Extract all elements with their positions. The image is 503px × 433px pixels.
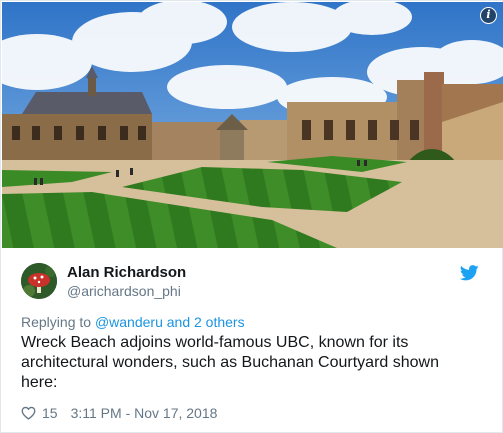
twitter-bird-icon[interactable]: [460, 265, 479, 281]
author-name[interactable]: Alan Richardson: [67, 264, 186, 282]
author-handle[interactable]: @arichardson_phi: [67, 283, 181, 300]
mushroom-avatar-image: [21, 263, 57, 299]
heart-icon[interactable]: [21, 406, 36, 420]
reply-mention-link[interactable]: @wanderu: [95, 314, 163, 330]
info-icon[interactable]: i: [480, 7, 497, 24]
reply-others-link[interactable]: and 2 others: [167, 314, 245, 330]
tweet-photo[interactable]: i: [2, 2, 503, 248]
tweet-timestamp[interactable]: 3:11 PM - Nov 17, 2018: [71, 405, 218, 421]
tweet-card: i Alan Richardson @arichardson_phi Reply…: [0, 0, 503, 433]
avatar[interactable]: [21, 263, 57, 299]
courtyard-photo: [2, 2, 503, 248]
tweet-meta: 15 3:11 PM - Nov 17, 2018: [21, 404, 217, 422]
reply-context: Replying to @wanderu and 2 others: [21, 314, 245, 331]
tweet-text: Wreck Beach adjoins world-famous UBC, kn…: [21, 334, 439, 391]
like-count[interactable]: 15: [42, 405, 58, 421]
reply-prefix: Replying to: [21, 314, 92, 330]
